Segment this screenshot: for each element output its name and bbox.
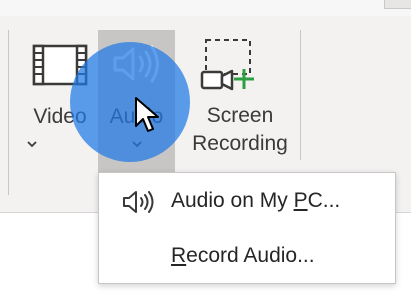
chevron-down-icon: [27, 141, 37, 148]
audio-dropdown-menu: Audio on My PC... Record Audio...: [98, 172, 396, 284]
menu-item-label: Record Audio...: [171, 244, 315, 268]
screen-recording-button[interactable]: Screen Recording: [192, 28, 288, 168]
menu-item-audio-on-my-pc[interactable]: Audio on My PC...: [99, 178, 395, 226]
menu-item-record-audio[interactable]: Record Audio...: [99, 233, 395, 281]
label-text: C...: [307, 189, 341, 212]
film-strip-icon: [32, 44, 88, 86]
ribbon-corner-control[interactable]: [384, 0, 411, 9]
video-button-label: Video: [33, 105, 87, 128]
chevron-down-icon: [131, 141, 142, 148]
speaker-icon: [113, 45, 159, 83]
speaker-icon: [123, 191, 154, 213]
group-separator: [300, 30, 301, 160]
menu-item-label: Audio on My PC...: [171, 189, 340, 213]
label-text: ecord Audio...: [186, 244, 315, 267]
screen-recording-icon: [200, 39, 254, 91]
label-mnemonic: R: [171, 244, 187, 267]
group-separator: [8, 30, 9, 195]
screen-recording-label-line1: Screen: [206, 104, 274, 127]
audio-button-label: Audio: [109, 105, 164, 128]
screen-recording-button-label: Screen Recording: [192, 102, 288, 158]
label-text: Audio on My: [171, 189, 294, 212]
video-button[interactable]: Video: [24, 28, 96, 168]
ribbon-top-strip: [0, 0, 411, 16]
audio-button[interactable]: Audio: [98, 30, 175, 182]
label-mnemonic: P: [293, 189, 308, 212]
screen-recording-label-line2: Recording: [192, 132, 288, 155]
